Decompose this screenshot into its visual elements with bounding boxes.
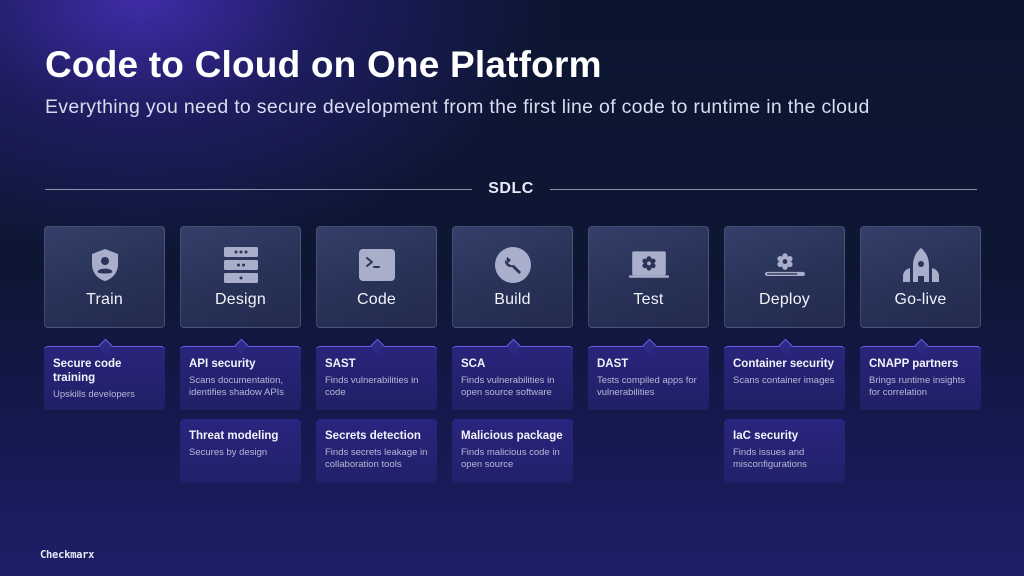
tool-name: CNAPP partners (869, 358, 959, 370)
tool-list: Container security Scans container image… (724, 346, 845, 483)
terminal-icon (357, 247, 397, 283)
rocket-icon (901, 247, 941, 283)
stage-label: Go-live (894, 291, 947, 308)
stage-column-design: Design API security Scans documentation,… (180, 226, 301, 483)
divider-line-left (45, 188, 473, 190)
tool-description: Finds secrets leakage in collaboration t… (325, 447, 428, 470)
tool-description: Secures by design (189, 447, 268, 458)
tool-list: CNAPP partners Brings runtime insights f… (860, 346, 981, 410)
tool-card[interactable]: Malicious package Finds malicious code i… (452, 419, 573, 483)
tool-name: Threat modeling (189, 430, 279, 442)
tool-name: IaC security (733, 430, 799, 442)
stage-label: Design (214, 291, 266, 308)
stage-column-deploy: Deploy Container security Scans containe… (724, 226, 845, 483)
server-stack-icon (221, 247, 261, 283)
tool-name: Secrets detection (325, 430, 421, 442)
tool-description: Finds vulnerabilities in open source sof… (461, 375, 555, 398)
tool-list: DAST Tests compiled apps for vulnerabili… (588, 346, 709, 410)
stage-label: Build (494, 291, 531, 308)
tool-card[interactable]: SAST Finds vulnerabilities in code (316, 346, 437, 410)
stage-card-go-live[interactable]: Go-live (860, 226, 981, 328)
stage-column-test: Test DAST Tests compiled apps for vulner… (588, 226, 709, 483)
stage-column-train: Train Secure code training Upskills deve… (44, 226, 165, 483)
stage-card-design[interactable]: Design (180, 226, 301, 328)
tool-card[interactable]: API security Scans documentation, identi… (180, 346, 301, 410)
stage-label: Train (86, 291, 123, 308)
tool-name: Secure code training (53, 358, 122, 384)
stage-card-code[interactable]: Code (316, 226, 437, 328)
tool-description: Scans container images (733, 375, 835, 386)
stage-label: Code (356, 291, 397, 308)
tool-description: Finds issues and misconfigurations (733, 447, 807, 470)
tool-name: SAST (325, 358, 356, 370)
sdlc-divider: SDLC (45, 178, 977, 200)
tool-card[interactable]: DAST Tests compiled apps for vulnerabili… (588, 346, 709, 410)
page-title: Code to Cloud on One Platform (45, 44, 602, 85)
stage-card-deploy[interactable]: Deploy (724, 226, 845, 328)
tool-description: Finds vulnerabilities in code (325, 375, 419, 398)
wrench-icon (493, 247, 533, 283)
tool-description: Finds malicious code in open source (461, 447, 560, 470)
tool-description: Tests compiled apps for vulnerabilities (597, 375, 697, 398)
tool-name: Container security (733, 358, 834, 370)
gear-progress-icon (764, 247, 805, 283)
stage-label: Deploy (758, 291, 810, 308)
stage-card-build[interactable]: Build (452, 226, 573, 328)
tool-name: DAST (597, 358, 629, 370)
tool-card[interactable]: Container security Scans container image… (724, 346, 845, 410)
tool-description: Scans documentation, identifies shadow A… (189, 375, 285, 398)
stages-row: Train Secure code training Upskills deve… (44, 226, 981, 483)
laptop-gear-icon (628, 247, 669, 283)
tool-name: API security (189, 358, 256, 370)
sdlc-label: SDLC (488, 180, 534, 197)
stage-column-go-live: Go-live CNAPP partners Brings runtime in… (860, 226, 981, 483)
tool-card[interactable]: CNAPP partners Brings runtime insights f… (860, 346, 981, 410)
brand-logo: Checkmarx (40, 549, 95, 561)
stage-card-test[interactable]: Test (588, 226, 709, 328)
tool-list: SAST Finds vulnerabilities in code Secre… (316, 346, 437, 483)
stage-label: Test (633, 291, 664, 308)
tool-list: SCA Finds vulnerabilities in open source… (452, 346, 573, 483)
tool-card[interactable]: Secure code training Upskills developers (44, 346, 165, 410)
slide: Code to Cloud on One Platform Everything… (0, 0, 1024, 576)
tool-description: Upskills developers (53, 389, 135, 400)
tool-card[interactable]: IaC security Finds issues and misconfigu… (724, 419, 845, 483)
page-subtitle: Everything you need to secure developmen… (45, 96, 870, 118)
divider-line-right (549, 188, 977, 190)
tool-name: Malicious package (461, 430, 563, 442)
stage-column-build: Build SCA Finds vulnerabilities in open … (452, 226, 573, 483)
tool-name: SCA (461, 358, 486, 370)
shield-user-icon (85, 247, 125, 283)
stage-column-code: Code SAST Finds vulnerabilities in code … (316, 226, 437, 483)
tool-card[interactable]: SCA Finds vulnerabilities in open source… (452, 346, 573, 410)
tool-list: Secure code training Upskills developers (44, 346, 165, 410)
tool-list: API security Scans documentation, identi… (180, 346, 301, 483)
tool-description: Brings runtime insights for correlation (869, 375, 966, 398)
tool-card[interactable]: Secrets detection Finds secrets leakage … (316, 419, 437, 483)
tool-card[interactable]: Threat modeling Secures by design (180, 419, 301, 483)
stage-card-train[interactable]: Train (44, 226, 165, 328)
